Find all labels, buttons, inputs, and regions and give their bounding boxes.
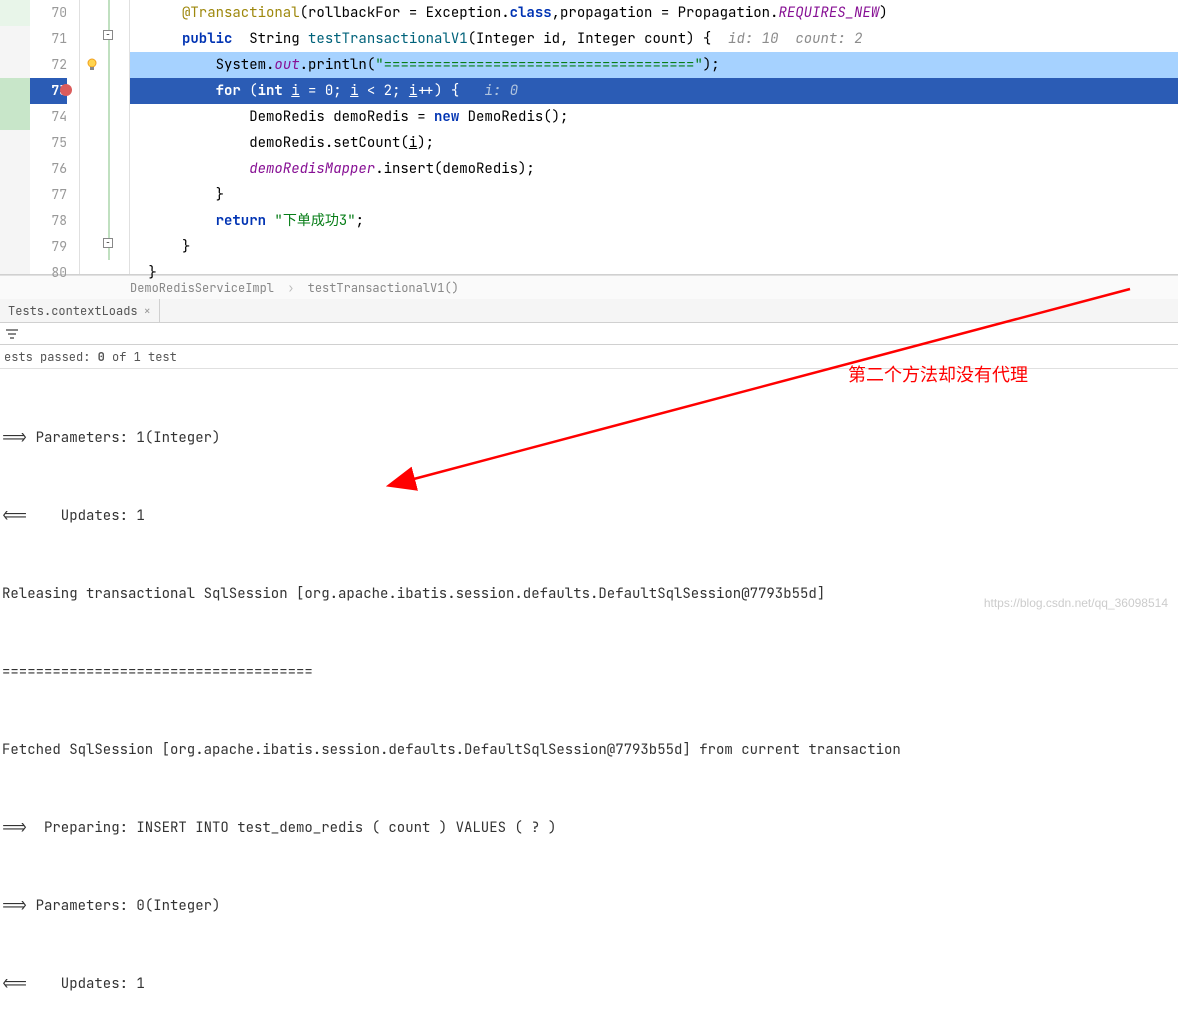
code-line[interactable]: public String testTransactionalV1(Intege… (130, 26, 1178, 52)
console-line: ==> Parameters: 1(Integer) (0, 425, 1178, 451)
code-line[interactable]: DemoRedis demoRedis = new DemoRedis(); (130, 104, 1178, 130)
code-line[interactable]: @Transactional(rollbackFor = Exception.c… (130, 0, 1178, 26)
line-number[interactable]: 80 (30, 260, 67, 286)
console-line: ===================================== (0, 659, 1178, 685)
code-content[interactable]: @Transactional(rollbackFor = Exception.c… (130, 0, 1178, 274)
line-number[interactable]: 72 (30, 52, 67, 78)
code-editor[interactable]: 70 71 72 73 74 75 76 77 78 79 80 − − @Tr… (0, 0, 1178, 275)
fold-marker-icon[interactable]: − (103, 238, 113, 248)
line-number[interactable]: 70 (30, 0, 67, 26)
code-line-execution[interactable]: for (int i = 0; i < 2; i++) { i: 0 (130, 78, 1178, 104)
close-icon[interactable]: × (144, 299, 151, 323)
line-number[interactable]: 74 (30, 104, 67, 130)
console-output[interactable]: ==> Parameters: 1(Integer) <== Updates: … (0, 369, 1178, 1027)
annotation-label: 第二个方法却没有代理 (848, 361, 1028, 387)
line-number[interactable]: 79 (30, 234, 67, 260)
code-line[interactable]: } (130, 234, 1178, 260)
code-line[interactable]: demoRedisMapper.insert(demoRedis); (130, 156, 1178, 182)
line-number[interactable]: 75 (30, 130, 67, 156)
watermark: https://blog.csdn.net/qq_36098514 (984, 596, 1168, 610)
test-toolbar (0, 323, 1178, 345)
line-number[interactable]: 78 (30, 208, 67, 234)
filter-icon[interactable] (4, 326, 20, 342)
console-line: <== Updates: 1 (0, 971, 1178, 997)
code-line[interactable]: demoRedis.setCount(i); (130, 130, 1178, 156)
line-number[interactable]: 77 (30, 182, 67, 208)
console-line: <== Updates: 1 (0, 503, 1178, 529)
tab-label: Tests.contextLoads (8, 299, 138, 323)
line-number[interactable]: 71 (30, 26, 67, 52)
console-line: ==> Parameters: 0(Integer) (0, 893, 1178, 919)
line-number-gutter[interactable]: 70 71 72 73 74 75 76 77 78 79 80 (30, 0, 80, 274)
run-tab-bar: Tests.contextLoads × (0, 299, 1178, 323)
run-tab[interactable]: Tests.contextLoads × (0, 299, 160, 322)
marker-gutter (0, 0, 30, 274)
breakpoint-icon[interactable] (58, 82, 76, 100)
code-line[interactable]: } (130, 260, 1178, 286)
console-line: ==> Preparing: INSERT INTO test_demo_red… (0, 815, 1178, 841)
gutter-icons: − − (80, 0, 130, 274)
console-line: Fetched SqlSession [org.apache.ibatis.se… (0, 737, 1178, 763)
code-line[interactable]: } (130, 182, 1178, 208)
code-line-selected[interactable]: System.out.println("====================… (130, 52, 1178, 78)
line-number[interactable]: 76 (30, 156, 67, 182)
code-line[interactable]: return "下单成功3"; (130, 208, 1178, 234)
lightbulb-icon[interactable] (84, 56, 102, 74)
status-label: ests passed: (4, 349, 90, 365)
status-count: 0 (98, 349, 105, 365)
fold-marker-icon[interactable]: − (103, 30, 113, 40)
status-total: of 1 test (112, 349, 177, 365)
